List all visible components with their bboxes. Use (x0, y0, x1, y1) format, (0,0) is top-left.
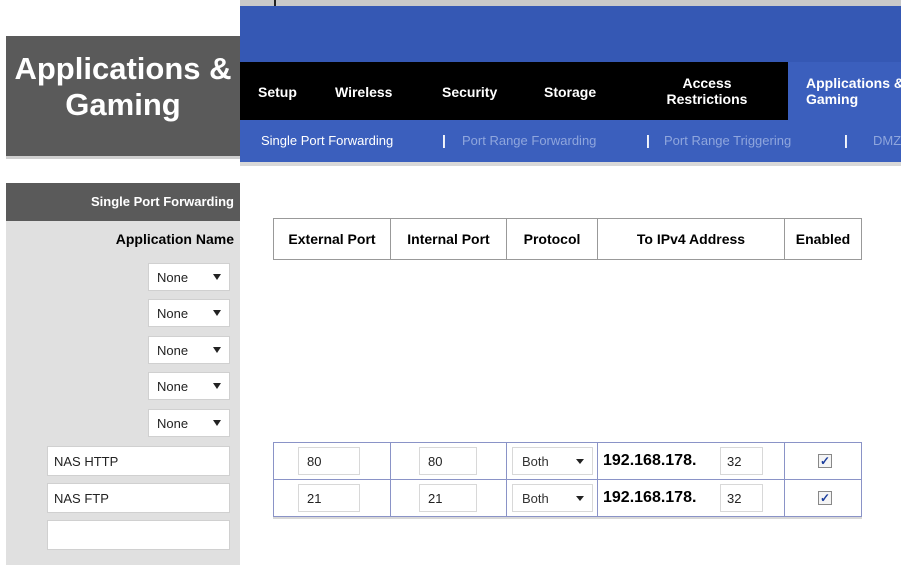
tab-security[interactable]: Security (442, 84, 497, 100)
tab-access-restrictions[interactable]: Access Restrictions (642, 75, 772, 107)
subtab-port-range-forwarding[interactable]: Port Range Forwarding (462, 133, 596, 148)
application-name-input[interactable]: NAS FTP (47, 483, 230, 513)
page-title-line2: Gaming (65, 87, 181, 122)
application-name-input[interactable] (47, 520, 230, 550)
ipv4-prefix: 192.168.178. (603, 452, 697, 469)
internal-port-input[interactable]: 21 (419, 484, 477, 512)
subtab-single-port-forwarding[interactable]: Single Port Forwarding (261, 133, 393, 148)
application-select-value: None (157, 270, 189, 285)
chevron-down-icon (576, 459, 584, 464)
enabled-checkbox[interactable]: ✓ (818, 491, 832, 505)
column-header-ipv4-address: To IPv4 Address (598, 219, 785, 259)
protocol-select-value: Both (522, 454, 549, 469)
application-select[interactable]: None (148, 372, 230, 400)
subtab-separator: | (844, 132, 848, 148)
divider (6, 156, 240, 159)
column-header-protocol: Protocol (507, 219, 598, 259)
application-select-value: None (157, 306, 189, 321)
chevron-down-icon (213, 274, 221, 280)
tab-wireless[interactable]: Wireless (335, 84, 392, 100)
chevron-down-icon (213, 420, 221, 426)
table-row: 21 21 Both 192.168.178. 32 ✓ (273, 479, 862, 517)
main-nav: Setup Wireless Security Storage Access R… (240, 62, 901, 120)
application-select[interactable]: None (148, 299, 230, 327)
application-select-value: None (157, 379, 189, 394)
divider (273, 517, 862, 519)
forwarding-table-header: External Port Internal Port Protocol To … (273, 218, 862, 260)
enabled-checkbox[interactable]: ✓ (818, 454, 832, 468)
page-title-block: Applications & Gaming (6, 36, 240, 158)
ipv4-last-octet-input[interactable]: 32 (720, 484, 763, 512)
protocol-select[interactable]: Both (512, 447, 593, 475)
subtab-port-range-triggering[interactable]: Port Range Triggering (664, 133, 791, 148)
application-name-input[interactable]: NAS HTTP (47, 446, 230, 476)
external-port-input[interactable]: 21 (298, 484, 360, 512)
header-bar (240, 0, 901, 62)
sidebar-section-title: Single Port Forwarding (6, 183, 240, 221)
chevron-down-icon (213, 347, 221, 353)
tab-applications-gaming-label: Applications & Gaming (806, 75, 901, 107)
table-cell: Both (507, 480, 598, 516)
divider (240, 162, 901, 166)
external-port-input[interactable]: 80 (298, 447, 360, 475)
subtab-dmz[interactable]: DMZ (873, 133, 901, 148)
table-cell: 21 (274, 480, 391, 516)
table-cell: Both (507, 443, 598, 479)
subtab-separator: | (646, 132, 650, 148)
ipv4-prefix: 192.168.178. (603, 489, 697, 506)
table-cell: 80 (274, 443, 391, 479)
internal-port-input[interactable]: 80 (419, 447, 477, 475)
table-cell: ✓ (785, 480, 861, 516)
protocol-select-value: Both (522, 491, 549, 506)
column-header-internal-port: Internal Port (391, 219, 507, 259)
application-name-label: Application Name (115, 231, 234, 247)
application-select[interactable]: None (148, 409, 230, 437)
header-top-strip (240, 0, 901, 6)
sidebar-section-title-text: Single Port Forwarding (90, 194, 234, 209)
table-cell: 80 (391, 443, 507, 479)
application-select-value: None (157, 416, 189, 431)
table-row: 80 80 Both 192.168.178. 32 ✓ (273, 442, 862, 480)
application-select[interactable]: None (148, 263, 230, 291)
protocol-select[interactable]: Both (512, 484, 593, 512)
chevron-down-icon (576, 496, 584, 501)
table-cell: ✓ (785, 443, 861, 479)
subtab-separator: | (442, 132, 446, 148)
application-select-value: None (157, 343, 189, 358)
chevron-down-icon (213, 310, 221, 316)
table-cell: 192.168.178. 32 (598, 443, 785, 479)
tab-setup[interactable]: Setup (258, 84, 297, 100)
header-marker (274, 0, 276, 6)
ipv4-last-octet-input[interactable]: 32 (720, 447, 763, 475)
chevron-down-icon (213, 383, 221, 389)
page-title-line1: Applications & (14, 51, 232, 86)
tab-applications-gaming[interactable]: Applications & Gaming (788, 62, 901, 120)
table-cell: 21 (391, 480, 507, 516)
table-cell: 192.168.178. 32 (598, 480, 785, 516)
column-header-external-port: External Port (274, 219, 391, 259)
column-header-enabled: Enabled (795, 231, 851, 247)
application-select[interactable]: None (148, 336, 230, 364)
tab-storage[interactable]: Storage (544, 84, 596, 100)
